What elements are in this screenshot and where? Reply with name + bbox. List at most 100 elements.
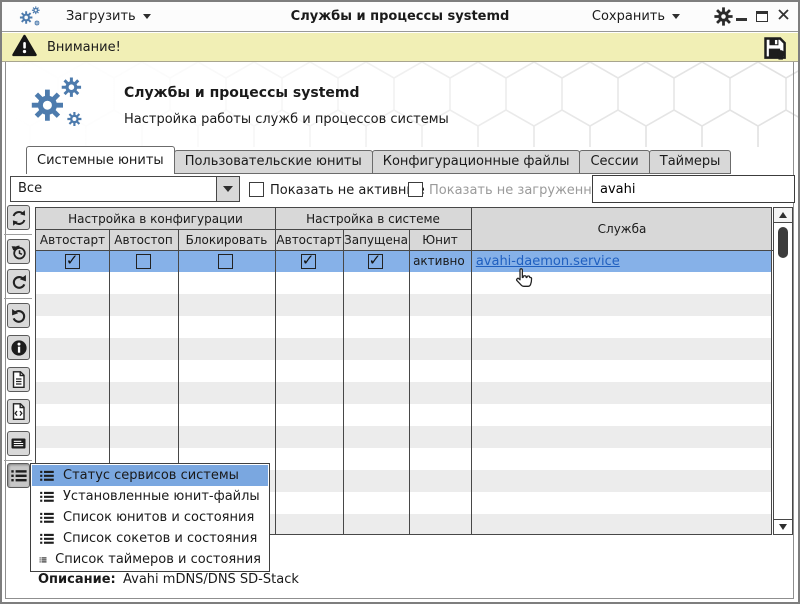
- unit-type-combobox[interactable]: Все: [10, 176, 240, 202]
- column-divider: [409, 229, 410, 534]
- column-header-autostart-config: Автостарт: [36, 229, 109, 250]
- running-checkbox[interactable]: [368, 254, 383, 269]
- list-view-button[interactable]: [7, 431, 30, 456]
- block-checkbox[interactable]: [218, 254, 233, 269]
- service-link[interactable]: avahi-daemon.service: [470, 254, 620, 269]
- header-divider: [36, 250, 773, 251]
- combobox-dropdown-button[interactable]: [216, 177, 239, 201]
- column-header-running: Запущена: [343, 229, 409, 250]
- tab-system-units[interactable]: Системные юниты: [26, 146, 175, 174]
- load-menu-button[interactable]: Загрузить: [60, 2, 157, 31]
- unit-status-cell: активно: [408, 250, 470, 272]
- hero-subtitle: Настройка работы служб и процессов систе…: [124, 112, 449, 127]
- refresh-icon: [10, 209, 28, 227]
- toolbar-separator: [4, 234, 32, 235]
- hero-fade-overlay: [2, 62, 798, 147]
- minimize-button[interactable]: [736, 18, 747, 21]
- header-banner: Службы и процессы systemd Настройка рабо…: [2, 62, 798, 147]
- triangle-up-icon: [779, 212, 787, 218]
- menu-item-sockets-list[interactable]: Список сокетов и состояния: [32, 528, 268, 549]
- close-button[interactable]: [777, 8, 790, 25]
- redo-arrow-icon: [10, 273, 28, 291]
- show-unloaded-checkbox[interactable]: [408, 182, 423, 197]
- save-menu-label: Сохранить: [592, 9, 665, 24]
- column-header-block: Блокировать: [178, 229, 275, 250]
- tab-config-files[interactable]: Конфигурационные файлы: [372, 150, 581, 174]
- detailed-list-icon: [10, 467, 28, 485]
- detailed-list-icon: [39, 552, 47, 568]
- refresh-button[interactable]: [7, 205, 30, 230]
- info-icon: [10, 339, 28, 357]
- toolbar-separator: [4, 298, 32, 299]
- tab-user-units[interactable]: Пользовательские юниты: [174, 150, 373, 174]
- undo-arrow-icon: [10, 307, 28, 325]
- unit-file-button[interactable]: [7, 367, 30, 392]
- app-gears-icon: [18, 5, 42, 33]
- info-button[interactable]: [7, 335, 30, 360]
- show-inactive-label: Показать не активные: [270, 183, 425, 198]
- column-divider: [343, 229, 344, 534]
- show-unloaded-label: Показать не загруженные: [429, 183, 610, 198]
- column-divider: [471, 208, 472, 534]
- detailed-list-icon: [39, 468, 55, 484]
- source-code-document-icon: [9, 402, 28, 421]
- list-box-icon: [9, 434, 28, 453]
- window-controls: [736, 2, 790, 31]
- autostop-checkbox[interactable]: [136, 254, 151, 269]
- show-inactive-checkbox[interactable]: [249, 182, 264, 197]
- menu-item-timers-list[interactable]: Список таймеров и состояния: [32, 549, 268, 570]
- scroll-down-button[interactable]: [774, 519, 792, 534]
- column-divider: [275, 208, 276, 534]
- settings-gear-button[interactable]: [713, 6, 734, 31]
- status-lists-menu: Статус сервисов системы Установленные юн…: [30, 463, 270, 572]
- header-divider: [36, 229, 471, 230]
- save-changes-icon-button[interactable]: [761, 34, 788, 61]
- status-lists-menu-button[interactable]: [7, 463, 30, 488]
- description-value: Avahi mDNS/DNS SD-Stack: [123, 572, 299, 587]
- vertical-scrollbar[interactable]: [773, 207, 793, 535]
- save-menu-button[interactable]: Сохранить: [586, 2, 686, 31]
- detailed-list-icon: [39, 489, 55, 505]
- description-label: Описание:: [38, 572, 116, 587]
- document-icon: [9, 370, 28, 389]
- scrollbar-thumb[interactable]: [778, 227, 788, 258]
- undo-button[interactable]: [7, 303, 30, 328]
- chevron-down-icon: [143, 14, 151, 19]
- tab-bar: Системные юниты Пользовательские юниты К…: [26, 146, 730, 174]
- scroll-up-button[interactable]: [774, 208, 792, 223]
- warning-bar: Внимание!: [2, 33, 798, 62]
- autostart-system-checkbox[interactable]: [301, 254, 316, 269]
- column-header-service: Служба: [471, 208, 773, 250]
- tab-sessions[interactable]: Сессии: [579, 150, 649, 174]
- load-menu-label: Загрузить: [66, 9, 136, 24]
- column-group-config: Настройка в конфигурации: [36, 208, 275, 229]
- detailed-list-icon: [39, 510, 55, 526]
- detailed-list-icon: [39, 531, 55, 547]
- chevron-down-icon: [223, 186, 233, 192]
- menu-item-units-list[interactable]: Список юнитов и состояния: [32, 507, 268, 528]
- column-header-autostart-system: Автостарт: [275, 229, 343, 250]
- triangle-down-icon: [779, 524, 787, 530]
- autostart-config-checkbox[interactable]: [65, 254, 80, 269]
- history-restore-button[interactable]: [7, 239, 30, 264]
- menu-item-services-status[interactable]: Статус сервисов системы: [32, 465, 268, 486]
- app-window: Загрузить Службы и процессы systemd Сохр…: [0, 0, 800, 604]
- history-clock-icon: [10, 243, 28, 261]
- source-view-button[interactable]: [7, 399, 30, 424]
- combobox-value: Все: [11, 177, 216, 201]
- systemd-gears-logo: [27, 73, 87, 139]
- maximize-button[interactable]: [756, 11, 768, 22]
- toolbar-separator: [4, 460, 32, 461]
- title-bar: Загрузить Службы и процессы systemd Сохр…: [2, 2, 798, 32]
- menu-item-installed-unit-files[interactable]: Установленные юнит-файлы: [32, 486, 268, 507]
- warning-triangle-icon: [12, 34, 37, 61]
- tab-timers[interactable]: Таймеры: [649, 150, 732, 174]
- warning-text: Внимание!: [47, 40, 121, 55]
- hero-title: Службы и процессы systemd: [124, 85, 359, 101]
- search-input[interactable]: [592, 175, 795, 203]
- column-group-system: Настройка в системе: [275, 208, 471, 229]
- chevron-down-icon: [672, 14, 680, 19]
- redo-button[interactable]: [7, 269, 30, 294]
- column-header-unit: Юнит: [409, 229, 471, 250]
- table-row-selected[interactable]: активно avahi-daemon.service: [36, 250, 771, 272]
